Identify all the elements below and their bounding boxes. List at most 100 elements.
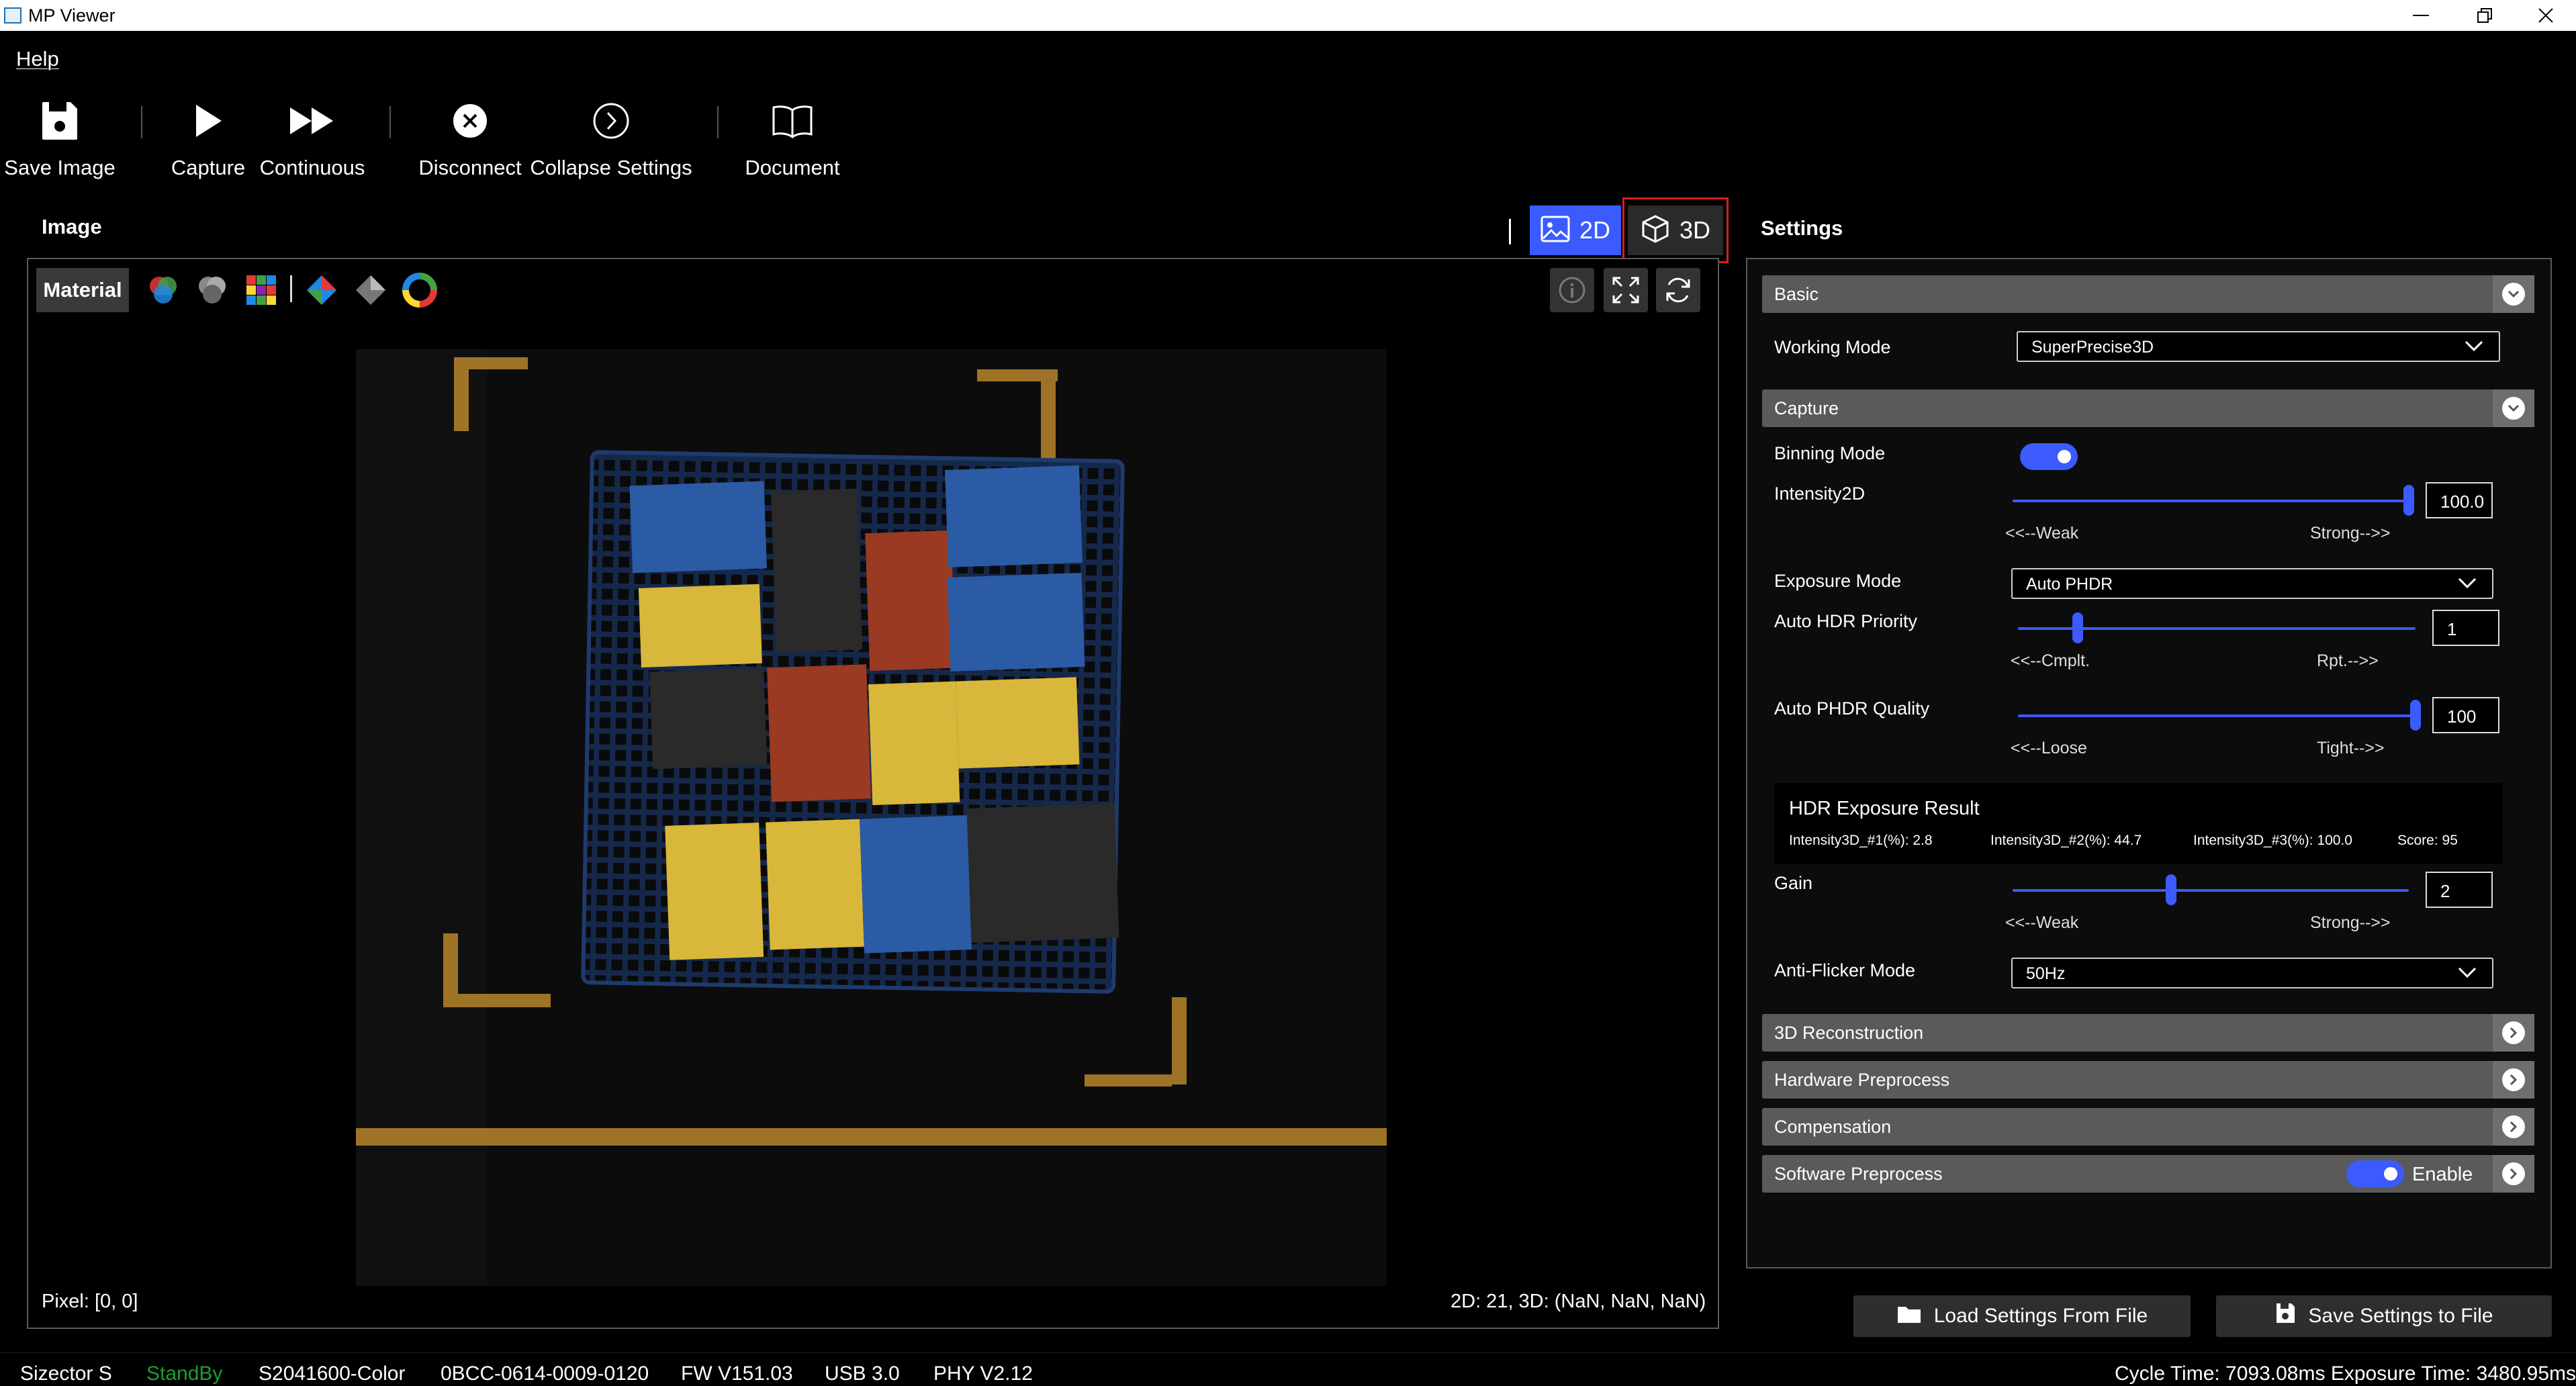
load-settings-button[interactable]: Load Settings From File — [1853, 1295, 2191, 1337]
document-button[interactable]: Document — [739, 87, 846, 188]
intensity2d-slider-handle[interactable] — [2403, 485, 2414, 516]
depth-gray-icon[interactable] — [349, 268, 393, 312]
fullscreen-icon[interactable] — [1604, 268, 1648, 312]
coords-readout: 2D: 21, 3D: (NaN, NaN, NaN) — [1451, 1291, 1706, 1312]
software-preprocess-enable-label: Enable — [2412, 1164, 2473, 1185]
section-software-preprocess-header[interactable]: Software Preprocess Enable — [1762, 1155, 2534, 1193]
material-label: Material — [36, 268, 129, 312]
intensity2d-strong-label: Strong-->> — [2310, 524, 2391, 543]
anti-flicker-label: Anti-Flicker Mode — [1774, 960, 1916, 980]
auto-hdr-priority-input[interactable]: 1 — [2432, 610, 2499, 646]
intensity2d-slider-track[interactable] — [2013, 500, 2409, 502]
section-compensation-header[interactable]: Compensation — [1762, 1108, 2534, 1146]
auto-phdr-quality-input[interactable]: 100 — [2432, 697, 2499, 733]
save-settings-button[interactable]: Save Settings to File — [2216, 1295, 2552, 1337]
working-mode-dropdown[interactable]: SuperPrecise3D — [2017, 331, 2500, 362]
auto-phdr-quality-slider-handle[interactable] — [2410, 700, 2421, 731]
chevron-down-icon — [2493, 275, 2534, 313]
exposure-mode-label: Exposure Mode — [1774, 571, 1902, 591]
toolbar: Save Image Capture Continuous Disconnect… — [0, 87, 2576, 188]
chevron-down-icon — [2493, 389, 2534, 427]
hdr-result-intensity1: Intensity3D_#1(%): 2.8 — [1789, 833, 1933, 848]
minimize-button[interactable] — [2391, 0, 2451, 31]
section-hardware-preprocess-header[interactable]: Hardware Preprocess — [1762, 1061, 2534, 1099]
pixel-readout: Pixel: [0, 0] — [42, 1291, 138, 1312]
chevron-right-icon — [2493, 1014, 2534, 1052]
window-title: MP Viewer — [28, 5, 116, 26]
chevron-down-icon — [2457, 576, 2477, 593]
status-model: Sizector S — [20, 1362, 112, 1385]
close-button[interactable] — [2516, 0, 2576, 31]
camera-image — [356, 349, 1387, 1286]
mode-2d-button[interactable]: 2D — [1530, 205, 1621, 255]
section-capture-header[interactable]: Capture — [1762, 389, 2534, 427]
hdr-exposure-result-box: HDR Exposure Result Intensity3D_#1(%): 2… — [1774, 783, 2503, 864]
status-serial: 0BCC-0614-0009-0120 — [441, 1362, 649, 1385]
gain-strong-label: Strong-->> — [2310, 913, 2391, 932]
gain-slider-track[interactable] — [2013, 889, 2409, 892]
auto-phdr-tight-label: Tight-->> — [2317, 739, 2385, 757]
rgb-channels-icon[interactable] — [141, 268, 185, 312]
chevron-down-icon — [2464, 339, 2484, 356]
status-firmware: FW V151.03 — [681, 1362, 793, 1385]
cube-icon — [1641, 214, 1670, 247]
save-disk-icon — [40, 94, 80, 148]
toolbar-separator — [141, 106, 142, 138]
section-3d-reconstruction-header[interactable]: 3D Reconstruction — [1762, 1014, 2534, 1052]
chevron-down-icon — [2457, 966, 2477, 982]
toolbar-separator — [389, 106, 391, 138]
toolbar-separator — [717, 106, 719, 138]
gain-slider-handle[interactable] — [2166, 874, 2176, 905]
hdr-result-title: HDR Exposure Result — [1789, 798, 1980, 819]
chevron-right-circle-icon — [592, 94, 630, 148]
image-tool-separator — [290, 275, 292, 302]
color-wheel-icon[interactable] — [398, 268, 442, 312]
binning-mode-toggle[interactable] — [2020, 443, 2078, 470]
refresh-icon[interactable] — [1656, 268, 1700, 312]
folder-icon — [1896, 1303, 1922, 1330]
working-mode-label: Working Mode — [1774, 337, 1891, 357]
disconnect-x-icon — [453, 94, 488, 148]
software-preprocess-toggle[interactable] — [2346, 1160, 2404, 1187]
gain-input[interactable]: 2 — [2426, 872, 2493, 908]
section-basic-header[interactable]: Basic — [1762, 275, 2534, 313]
gain-label: Gain — [1774, 873, 1813, 893]
binning-mode-label: Binning Mode — [1774, 443, 1886, 463]
exposure-mode-dropdown[interactable]: Auto PHDR — [2011, 568, 2493, 599]
intensity2d-label: Intensity2D — [1774, 483, 1866, 504]
play-icon — [192, 94, 224, 148]
mode-3d-button[interactable]: 3D — [1628, 205, 1723, 255]
chevron-right-icon — [2493, 1155, 2534, 1193]
auto-hdr-rpt-label: Rpt.-->> — [2317, 651, 2379, 670]
menu-bar: Help — [0, 31, 2576, 87]
mp-viewer-window: MP Viewer Help Save Image Capture Contin… — [0, 0, 2576, 1386]
depth-color-icon[interactable] — [300, 268, 344, 312]
restore-button[interactable] — [2454, 0, 2515, 31]
gain-weak-label: <<--Weak — [2005, 913, 2079, 932]
open-book-icon — [771, 94, 814, 148]
anti-flicker-dropdown[interactable]: 50Hz — [2011, 958, 2493, 988]
continuous-button[interactable]: Continuous — [259, 87, 366, 188]
auto-phdr-quality-label: Auto PHDR Quality — [1774, 698, 1930, 719]
title-bar: MP Viewer — [0, 0, 2576, 31]
chevron-right-icon — [2493, 1061, 2534, 1099]
info-icon[interactable] — [1550, 268, 1594, 312]
intensity2d-weak-label: <<--Weak — [2005, 524, 2079, 543]
color-grid-icon[interactable] — [239, 268, 283, 312]
hdr-result-intensity2: Intensity3D_#2(%): 44.7 — [1990, 833, 2142, 848]
status-bar: Sizector S StandBy S2041600-Color 0BCC-0… — [0, 1352, 2576, 1386]
disconnect-button[interactable]: Disconnect — [416, 87, 524, 188]
gray-channels-icon[interactable] — [190, 268, 234, 312]
auto-hdr-priority-label: Auto HDR Priority — [1774, 611, 1918, 631]
intensity2d-input[interactable]: 100.0 — [2426, 482, 2493, 518]
capture-button[interactable]: Capture — [168, 87, 248, 188]
save-image-button[interactable]: Save Image — [0, 87, 120, 188]
status-phy: PHY V2.12 — [933, 1362, 1033, 1385]
menu-help[interactable]: Help — [16, 47, 59, 71]
auto-phdr-quality-slider-track[interactable] — [2018, 714, 2416, 717]
chevron-right-icon — [2493, 1108, 2534, 1146]
hdr-result-score: Score: 95 — [2397, 833, 2458, 848]
auto-hdr-priority-slider-handle[interactable] — [2072, 612, 2083, 643]
auto-phdr-loose-label: <<--Loose — [2011, 739, 2087, 757]
collapse-settings-button[interactable]: Collapse Settings — [530, 87, 692, 188]
